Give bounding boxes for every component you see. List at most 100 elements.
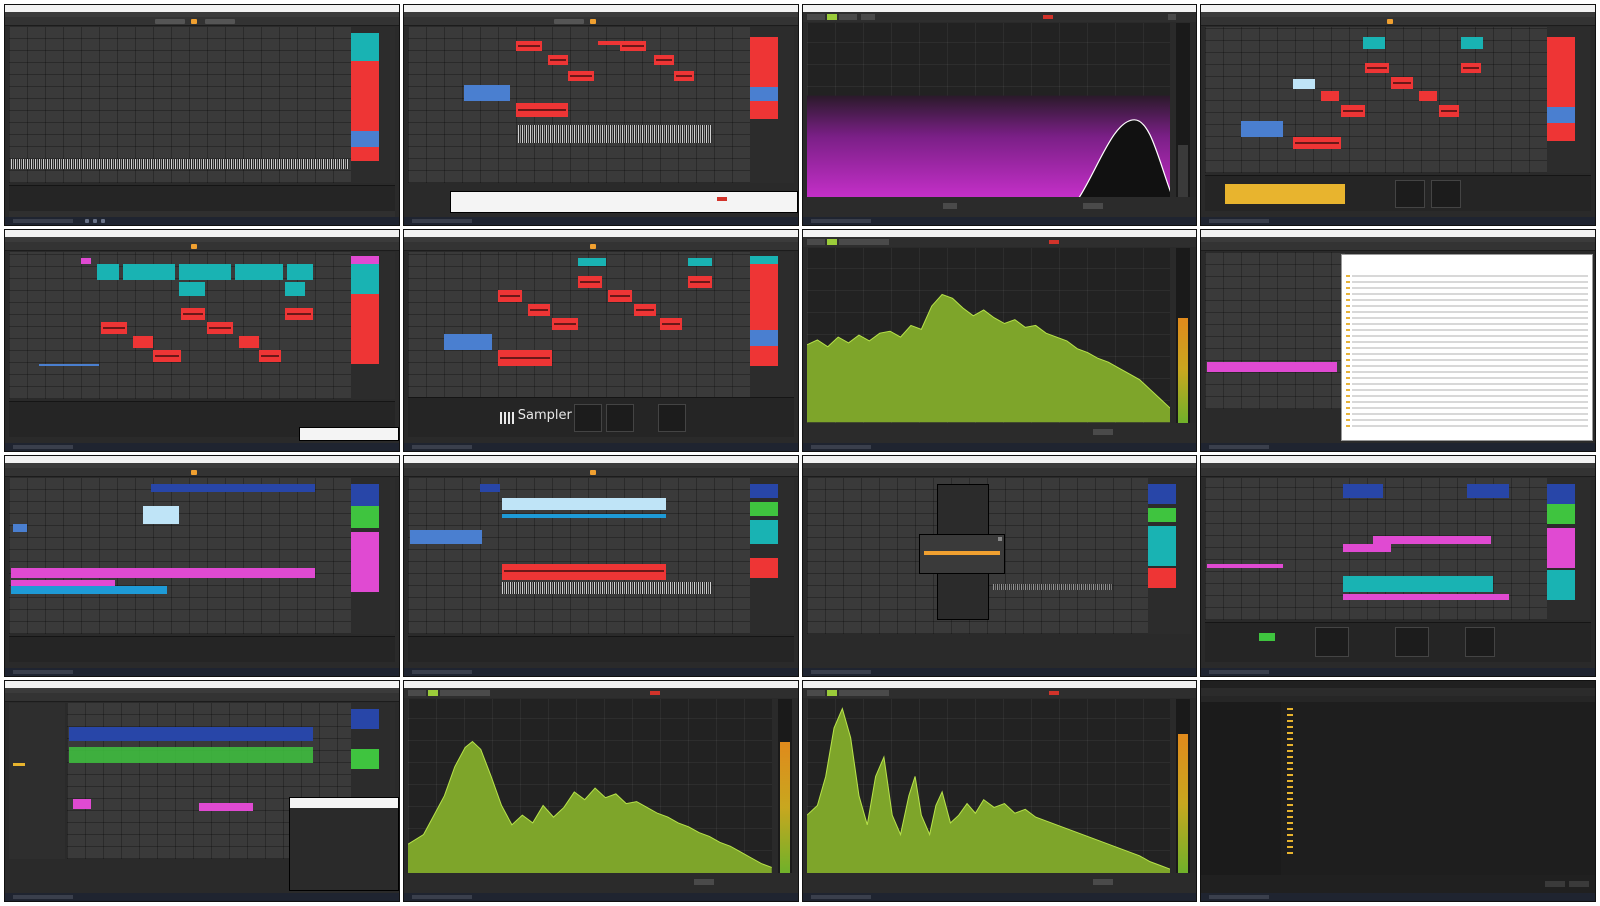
midi-clip-blue[interactable] xyxy=(463,85,510,101)
track-color-pink[interactable] xyxy=(350,256,379,265)
taskbar-search-input[interactable] xyxy=(13,669,73,674)
windows-taskbar[interactable] xyxy=(1201,442,1595,451)
midi-note[interactable] xyxy=(633,304,656,317)
track-color-red[interactable] xyxy=(1547,123,1575,141)
analyzer-toolbar[interactable] xyxy=(802,687,1197,698)
clip-teal[interactable] xyxy=(1461,37,1484,49)
midi-note[interactable] xyxy=(101,322,127,335)
device-panel[interactable] xyxy=(1205,621,1591,662)
device-knobs[interactable] xyxy=(1431,180,1462,209)
close-icon[interactable] xyxy=(1168,14,1177,20)
clip-teal[interactable] xyxy=(1363,37,1386,49)
track-color-teal[interactable] xyxy=(1547,569,1575,600)
cancel-button[interactable] xyxy=(1569,881,1589,887)
option-button[interactable] xyxy=(693,879,714,885)
transport-bar[interactable] xyxy=(5,467,399,477)
plugin-window[interactable] xyxy=(298,426,399,441)
clip-blue[interactable] xyxy=(1343,483,1384,498)
taskbar-search-input[interactable] xyxy=(810,219,871,224)
midi-note[interactable] xyxy=(133,336,153,349)
play-button[interactable] xyxy=(191,469,197,475)
explorer-ribbon[interactable] xyxy=(1201,687,1595,696)
play-button[interactable] xyxy=(1387,19,1394,24)
file-explorer-window[interactable] xyxy=(1341,254,1593,441)
arrangement-view[interactable] xyxy=(407,27,750,184)
midi-note[interactable] xyxy=(659,318,682,331)
midi-note[interactable] xyxy=(687,276,712,289)
taskbar-search-input[interactable] xyxy=(1209,895,1270,899)
clip-cyan[interactable] xyxy=(11,585,167,594)
clip-teal[interactable] xyxy=(179,282,205,297)
plugin-window[interactable] xyxy=(288,796,399,891)
taskbar-search-input[interactable] xyxy=(1209,669,1270,674)
track-color-blue[interactable] xyxy=(350,483,379,506)
clip-lightblue[interactable] xyxy=(143,505,179,524)
transport-bar[interactable] xyxy=(5,692,399,702)
track-color-green[interactable] xyxy=(350,748,379,769)
device-knobs[interactable] xyxy=(1315,626,1350,657)
midi-note[interactable] xyxy=(497,290,522,303)
audio-clip-waveform[interactable] xyxy=(11,159,349,169)
track-color-red[interactable] xyxy=(1547,37,1575,107)
browser-sidebar[interactable] xyxy=(9,702,65,859)
clip-pink[interactable] xyxy=(11,567,315,578)
track-color-teal[interactable] xyxy=(749,519,778,544)
taskbar-search-input[interactable] xyxy=(13,895,73,899)
track-color-green[interactable] xyxy=(749,501,778,516)
analyzer-toolbar[interactable] xyxy=(802,12,1197,22)
settings-button[interactable] xyxy=(439,689,490,696)
midi-note[interactable] xyxy=(653,55,674,65)
track-color-blue[interactable] xyxy=(1547,107,1575,123)
spectrum-analyzer-display[interactable] xyxy=(806,248,1171,423)
device-knobs[interactable] xyxy=(1395,626,1430,657)
midi-note[interactable] xyxy=(597,41,620,45)
clip-teal[interactable] xyxy=(179,264,231,281)
clip-blue[interactable] xyxy=(1467,483,1510,498)
midi-note[interactable] xyxy=(207,322,233,335)
taskbar-search-input[interactable] xyxy=(411,895,472,899)
analyzer-toolbar[interactable] xyxy=(403,687,798,698)
mode-button[interactable] xyxy=(826,239,837,246)
track-color-green[interactable] xyxy=(1547,503,1575,524)
clip-teal[interactable] xyxy=(235,264,283,281)
clip-pink[interactable] xyxy=(1207,362,1338,373)
browser-icon[interactable] xyxy=(93,219,97,224)
device-panel[interactable] xyxy=(1205,175,1591,212)
transport-bar[interactable] xyxy=(5,242,399,252)
midi-note-selected[interactable] xyxy=(1293,79,1316,89)
windows-taskbar[interactable] xyxy=(802,442,1197,451)
device-knobs[interactable] xyxy=(605,403,634,432)
device-knobs[interactable] xyxy=(1395,180,1426,209)
analyzer-footer[interactable] xyxy=(802,422,1197,443)
track-color-red[interactable] xyxy=(350,61,379,131)
midi-note[interactable] xyxy=(153,350,181,363)
transport-bar[interactable] xyxy=(1201,467,1595,477)
clip-pink[interactable] xyxy=(73,798,91,809)
clip-blue[interactable] xyxy=(409,529,482,544)
clip-teal[interactable] xyxy=(577,258,606,267)
track-color-blue[interactable] xyxy=(350,708,379,729)
play-button[interactable] xyxy=(589,244,596,250)
transport-bar[interactable] xyxy=(802,467,1197,477)
mixer-panel[interactable] xyxy=(350,27,395,184)
midi-note[interactable] xyxy=(259,350,281,363)
windows-taskbar[interactable] xyxy=(802,667,1197,676)
clip-pink[interactable] xyxy=(1343,543,1392,552)
midi-clip-blue[interactable] xyxy=(1241,121,1284,137)
clip-teal[interactable] xyxy=(285,282,305,297)
open-button[interactable] xyxy=(1545,881,1565,887)
midi-note[interactable] xyxy=(1341,105,1366,117)
windows-taskbar[interactable] xyxy=(5,893,399,901)
taskbar-search-input[interactable] xyxy=(1209,444,1270,449)
option-button[interactable] xyxy=(1092,879,1113,885)
midi-note[interactable] xyxy=(619,41,646,51)
track-color-teal[interactable] xyxy=(1148,525,1177,566)
automation-line[interactable] xyxy=(39,364,99,367)
app-icon[interactable] xyxy=(101,219,105,224)
option-button[interactable] xyxy=(1092,428,1113,435)
midi-note[interactable] xyxy=(515,41,542,51)
midi-note[interactable] xyxy=(607,290,632,303)
mixer-panel[interactable] xyxy=(749,252,794,399)
midi-note[interactable] xyxy=(577,276,602,289)
windows-taskbar[interactable] xyxy=(5,217,399,226)
